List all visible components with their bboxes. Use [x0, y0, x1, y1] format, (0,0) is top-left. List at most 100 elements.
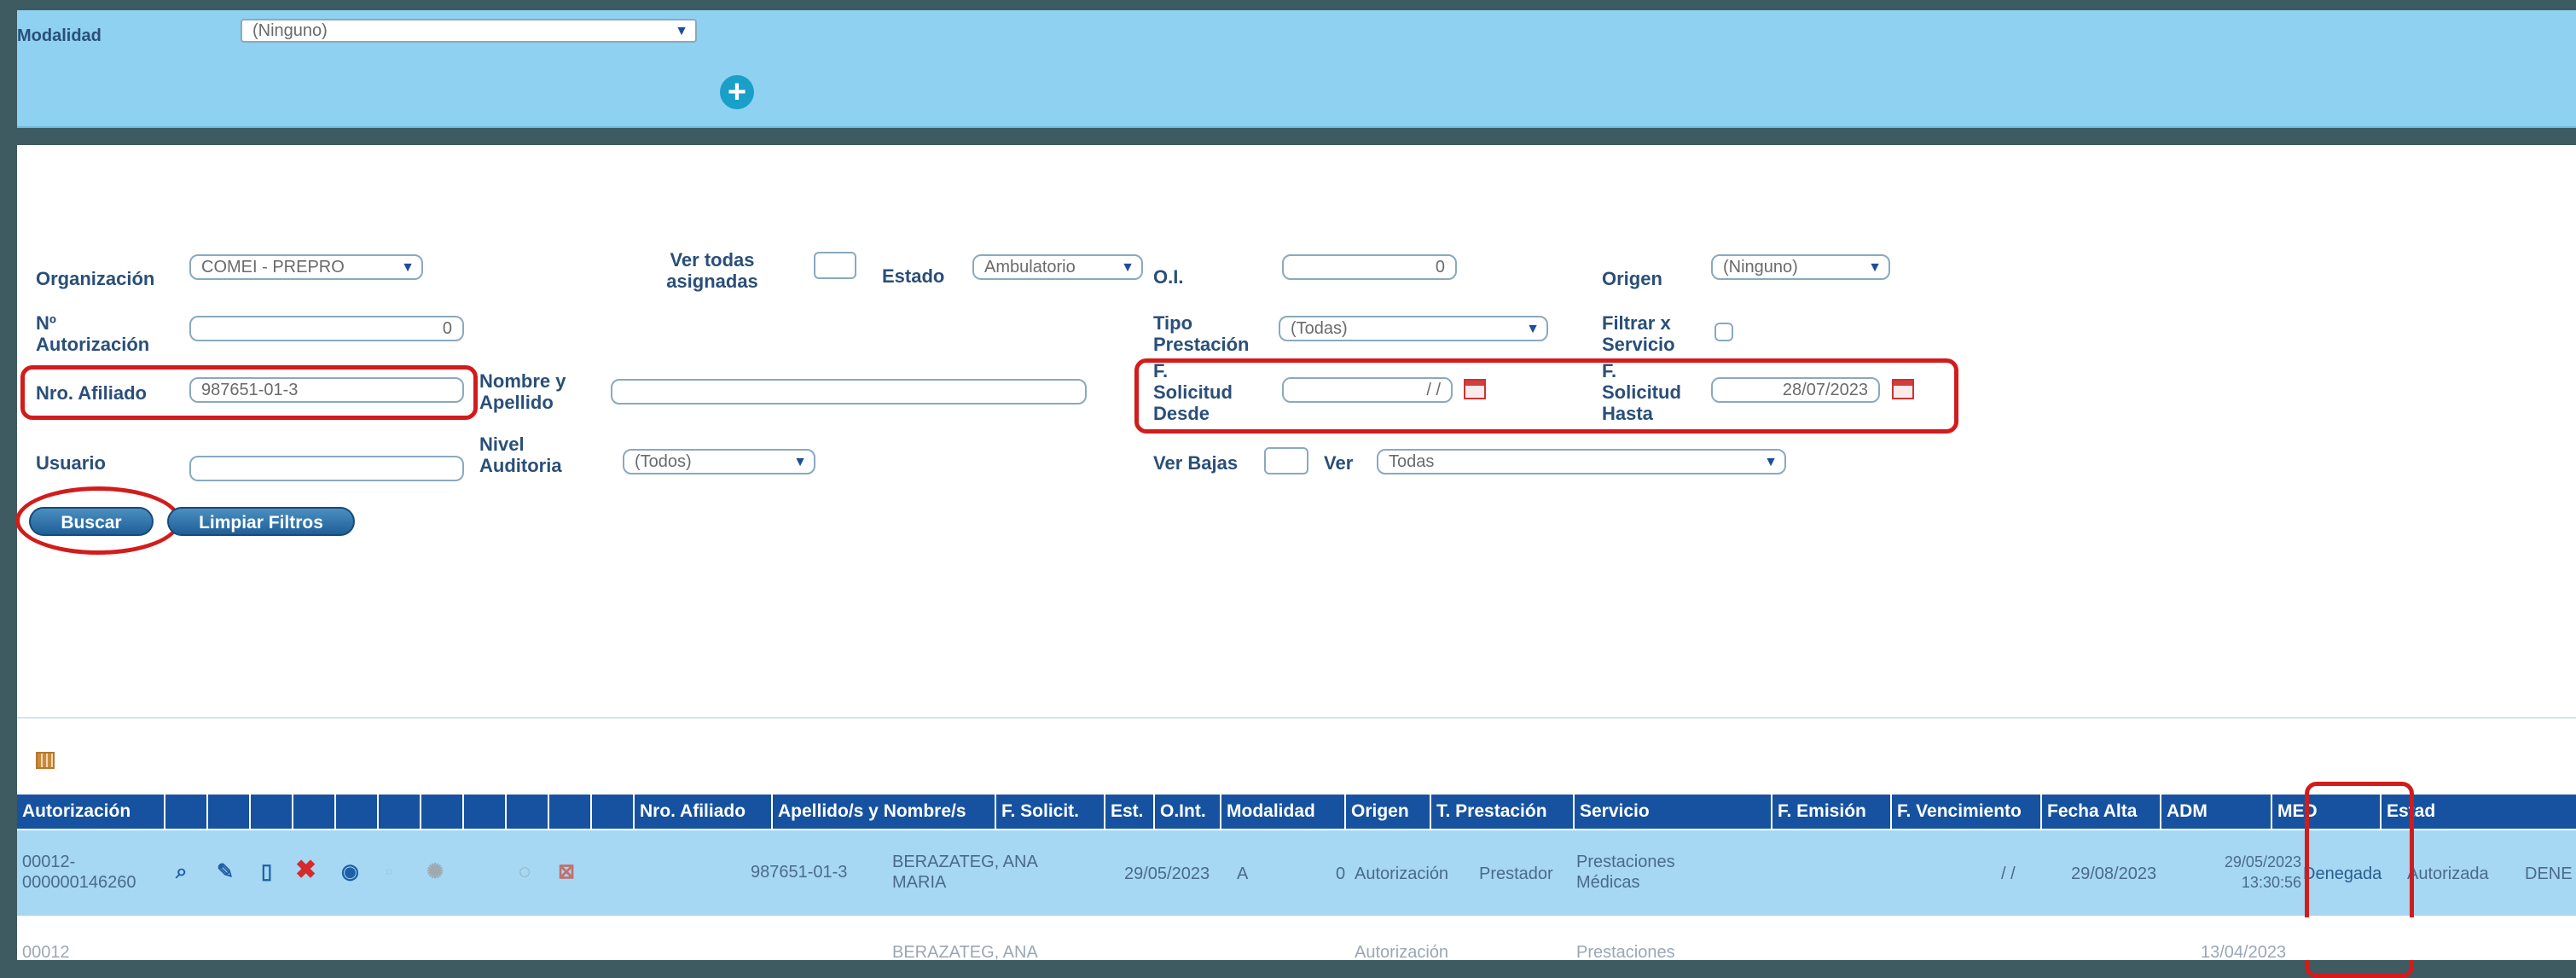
tipo-prestacion-line1: Tipo — [1153, 312, 1193, 334]
cell-f-emision: / / — [2001, 864, 2016, 883]
fecha-alta-line2: 13:30:56 — [2241, 874, 2301, 891]
nro-autorizacion-line2: Autorización — [36, 334, 150, 355]
calendar-icon[interactable] — [1892, 379, 1914, 399]
calendar-icon[interactable] — [1464, 379, 1486, 399]
limpiar-filtros-button[interactable]: Limpiar Filtros — [167, 507, 355, 536]
nivel-auditoria-select[interactable]: (Todos) ▼ — [623, 449, 815, 474]
filtrar-servicio-label: Filtrar x Servicio — [1602, 312, 1675, 355]
nombre-apellido-label: Nombre y Apellido — [479, 370, 566, 413]
cell-o-int: 0 — [1336, 864, 1346, 883]
ver-todas-line1: Ver todas — [670, 249, 755, 271]
autorizacion-line1: 00012- — [22, 853, 76, 871]
cell-t-prestacion: Prestaciones — [1576, 943, 1675, 962]
nro-afiliado-input[interactable]: 987651-01-3 — [189, 377, 464, 403]
filtrar-servicio-line1: Filtrar x — [1602, 312, 1671, 334]
f-solicitud-desde-line2: Solicitud — [1153, 381, 1233, 403]
page-icon[interactable]: ▫ — [386, 860, 393, 884]
col-origen[interactable]: Origen — [1346, 795, 1431, 829]
cell-modalidad: Autorización — [1355, 864, 1449, 883]
col-f-solicit[interactable]: F. Solicit. — [996, 795, 1105, 829]
nombre-apellido-line1: Nombre y — [479, 370, 566, 392]
cell-t-prestacion: Prestaciones Médicas — [1576, 852, 1675, 893]
cell-fecha-alta: 29/05/2023 13:30:56 — [2192, 852, 2301, 893]
col-t-prestacion[interactable]: T. Prestación — [1431, 795, 1575, 829]
nro-autorizacion-input[interactable]: 0 — [189, 316, 464, 341]
cell-f-solicit: 29/05/2023 — [1124, 864, 1210, 883]
col-apellido-nombre[interactable]: Apellido/s y Nombre/s — [773, 795, 996, 829]
cell-autorizacion: 00012- 000000146260 — [22, 852, 136, 893]
f-solicitud-hasta-line1: F. — [1602, 360, 1617, 381]
usuario-label: Usuario — [36, 452, 106, 474]
ver-bajas-label: Ver Bajas — [1153, 452, 1239, 474]
cell-origen: Prestador — [1479, 864, 1553, 883]
col-action — [251, 795, 293, 829]
edit-icon[interactable]: ✎ — [217, 860, 234, 884]
estado-select[interactable]: Ambulatorio ▼ — [972, 254, 1143, 280]
origen-select[interactable]: (Ninguno) ▼ — [1711, 254, 1890, 280]
nivel-auditoria-line1: Nivel — [479, 434, 525, 455]
filtrar-servicio-line2: Servicio — [1602, 334, 1675, 355]
organizacion-value: COMEI - PREPRO — [201, 258, 345, 277]
f-solicitud-hasta-label: F. Solicitud Hasta — [1602, 360, 1681, 424]
columns-icon[interactable] — [36, 752, 55, 769]
f-solicitud-desde-line3: Desde — [1153, 403, 1210, 424]
usuario-input[interactable] — [189, 456, 464, 481]
col-fecha-alta[interactable]: Fecha Alta — [2042, 795, 2161, 829]
col-o-int[interactable]: O.Int. — [1155, 795, 1221, 829]
delete-icon[interactable]: ✖ — [295, 858, 316, 883]
chevron-down-icon: ▼ — [1121, 260, 1134, 275]
origen-value: (Ninguno) — [1723, 258, 1798, 277]
plus-circle-icon[interactable]: + — [720, 75, 754, 109]
ver-select[interactable]: Todas ▼ — [1377, 449, 1786, 474]
document-icon[interactable]: ▯ — [261, 860, 272, 884]
col-servicio[interactable]: Servicio — [1575, 795, 1772, 829]
cell-autorizacion: 00012 — [22, 943, 70, 962]
history-icon[interactable]: ◌ — [519, 860, 531, 884]
nivel-auditoria-line2: Auditoria — [479, 455, 562, 476]
col-f-vencimiento[interactable]: F. Vencimiento — [1892, 795, 2042, 829]
oi-input[interactable]: 0 — [1282, 254, 1457, 280]
ver-label: Ver — [1324, 452, 1354, 474]
nro-afiliado-label: Nro. Afiliado — [36, 382, 147, 404]
chevron-down-icon: ▼ — [675, 24, 688, 38]
modalidad-select[interactable]: (Ninguno) ▼ — [241, 19, 697, 43]
col-est[interactable]: Est. — [1105, 795, 1155, 829]
view-icon[interactable]: ◉ — [341, 860, 359, 884]
stamp-icon[interactable]: ✺ — [426, 860, 444, 884]
estado-value: Ambulatorio — [984, 258, 1076, 277]
tipo-prestacion-label: Tipo Prestación — [1153, 312, 1250, 355]
oi-label: O.I. — [1153, 266, 1184, 288]
col-nro-afiliado[interactable]: Nro. Afiliado — [635, 795, 773, 829]
organizacion-select[interactable]: COMEI - PREPRO ▼ — [189, 254, 423, 280]
ver-bajas-checkbox[interactable] — [1264, 447, 1308, 474]
col-adm[interactable]: ADM — [2161, 795, 2272, 829]
table-row[interactable] — [17, 917, 2576, 960]
nombre-apellido-input[interactable] — [611, 379, 1087, 405]
nivel-auditoria-label: Nivel Auditoria — [479, 434, 562, 476]
col-f-emision[interactable]: F. Emisión — [1772, 795, 1892, 829]
search-icon[interactable]: ⌕ — [176, 860, 187, 884]
chevron-down-icon: ▼ — [1526, 322, 1540, 336]
chevron-down-icon: ▼ — [1868, 260, 1882, 275]
tipo-prestacion-line2: Prestación — [1153, 334, 1250, 355]
organizacion-label: Organización — [36, 268, 155, 289]
tipo-prestacion-value: (Todas) — [1291, 319, 1348, 338]
modalidad-label: Modalidad — [17, 26, 102, 45]
origen-label: Origen — [1602, 268, 1662, 289]
col-modalidad[interactable]: Modalidad — [1221, 795, 1346, 829]
mail-icon[interactable]: ⊠ — [558, 860, 575, 884]
modalidad-panel: Modalidad (Ninguno) ▼ + — [17, 10, 2576, 128]
ver-todas-line2: asignadas — [666, 271, 758, 292]
col-autorizacion[interactable]: Autorización — [17, 795, 165, 829]
col-action — [165, 795, 208, 829]
f-solicitud-hasta-line2: Solicitud — [1602, 381, 1681, 403]
cell-fecha-alta: 13/04/2023 — [2201, 943, 2287, 962]
table-header: Autorización Nro. Afiliado Apellido/s y … — [17, 795, 2576, 829]
f-solicitud-hasta-input[interactable]: 28/07/2023 — [1711, 377, 1880, 403]
filtrar-servicio-checkbox[interactable] — [1714, 323, 1733, 341]
f-solicitud-desde-input[interactable]: / / — [1282, 377, 1453, 403]
ver-todas-checkbox[interactable] — [814, 252, 856, 279]
tipo-prestacion-select[interactable]: (Todas) ▼ — [1279, 316, 1548, 341]
buscar-button[interactable]: Buscar — [29, 507, 154, 536]
estado-label: Estado — [882, 265, 945, 287]
